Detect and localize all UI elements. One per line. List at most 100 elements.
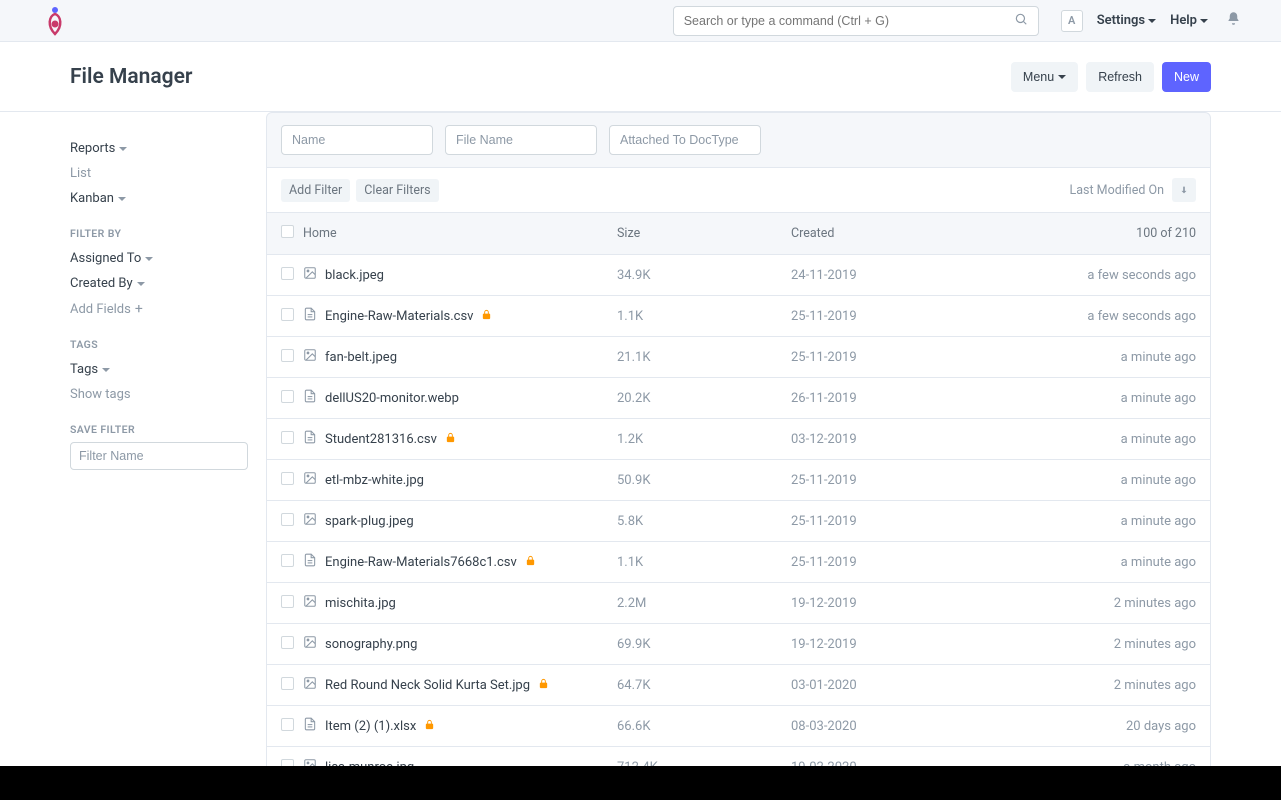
- lock-icon: [538, 678, 549, 693]
- content: Add Filter Clear Filters Last Modified O…: [266, 112, 1281, 766]
- save-filter-label: SAVE FILTER: [70, 407, 256, 442]
- filter-name-field[interactable]: [281, 125, 433, 155]
- table-row[interactable]: fan-belt.jpeg21.1K25-11-2019a minute ago: [267, 337, 1210, 378]
- file-icon: [303, 553, 317, 571]
- file-created: 24-11-2019: [791, 268, 1016, 283]
- file-name: Engine-Raw-Materials.csv: [325, 309, 473, 324]
- col-header-home[interactable]: Home: [303, 226, 617, 241]
- sidebar-item-kanban[interactable]: Kanban: [70, 186, 256, 211]
- table-row[interactable]: Engine-Raw-Materials7668c1.csv1.1K25-11-…: [267, 542, 1210, 583]
- file-modified-ago: a minute ago: [1016, 473, 1196, 488]
- search-input[interactable]: [684, 14, 1014, 28]
- settings-menu[interactable]: Settings: [1097, 13, 1156, 28]
- row-checkbox[interactable]: [281, 759, 294, 767]
- help-label: Help: [1170, 13, 1197, 28]
- new-button[interactable]: New: [1162, 62, 1211, 92]
- filter-name-input[interactable]: [70, 442, 248, 470]
- file-icon: [303, 430, 317, 448]
- select-all-checkbox[interactable]: [281, 225, 294, 238]
- sidebar-item-reports[interactable]: Reports: [70, 136, 256, 161]
- file-modified-ago: 2 minutes ago: [1016, 637, 1196, 652]
- image-icon: [303, 635, 317, 653]
- col-header-created[interactable]: Created: [791, 226, 1016, 241]
- row-checkbox[interactable]: [281, 554, 294, 567]
- file-name: Engine-Raw-Materials7668c1.csv: [325, 555, 517, 570]
- app-logo[interactable]: [44, 6, 66, 36]
- col-header-size[interactable]: Size: [617, 226, 791, 241]
- file-name: sonography.png: [325, 637, 417, 652]
- file-size: 34.9K: [617, 268, 791, 283]
- file-icon: [303, 717, 317, 735]
- sidebar-item-tags[interactable]: Tags: [70, 357, 256, 382]
- sidebar-item-created-by[interactable]: Created By: [70, 271, 256, 296]
- file-modified-ago: a minute ago: [1016, 350, 1196, 365]
- chevron-down-icon: [145, 257, 153, 261]
- sort-by-label[interactable]: Last Modified On: [1069, 183, 1164, 198]
- help-menu[interactable]: Help: [1170, 13, 1208, 28]
- filter-filename-field[interactable]: [445, 125, 597, 155]
- menu-button[interactable]: Menu: [1011, 62, 1078, 92]
- topbar: A Settings Help: [0, 0, 1281, 42]
- sidebar-item-label: Reports: [70, 141, 115, 156]
- table-row[interactable]: black.jpeg34.9K24-11-2019a few seconds a…: [267, 255, 1210, 296]
- table-count: 100 of 210: [1016, 226, 1196, 241]
- file-created: 08-03-2020: [791, 719, 1016, 734]
- file-icon: [303, 389, 317, 407]
- file-size: 1.2K: [617, 432, 791, 447]
- lock-icon: [445, 432, 456, 447]
- table-row[interactable]: Red Round Neck Solid Kurta Set.jpg64.7K0…: [267, 665, 1210, 706]
- row-checkbox[interactable]: [281, 513, 294, 526]
- file-modified-ago: a minute ago: [1016, 391, 1196, 406]
- image-icon: [303, 512, 317, 530]
- clear-filters-button[interactable]: Clear Filters: [356, 179, 438, 202]
- row-checkbox[interactable]: [281, 677, 294, 690]
- sidebar: Reports List Kanban FILTER BY Assigned T…: [70, 112, 266, 766]
- file-modified-ago: 20 days ago: [1016, 719, 1196, 734]
- table-row[interactable]: Engine-Raw-Materials.csv1.1K25-11-2019a …: [267, 296, 1210, 337]
- image-icon: [303, 594, 317, 612]
- table-row[interactable]: sonography.png69.9K19-12-20192 minutes a…: [267, 624, 1210, 665]
- file-modified-ago: a minute ago: [1016, 514, 1196, 529]
- search-icon: [1014, 12, 1028, 30]
- file-created: 25-11-2019: [791, 555, 1016, 570]
- row-checkbox[interactable]: [281, 595, 294, 608]
- row-checkbox[interactable]: [281, 718, 294, 731]
- sidebar-item-list[interactable]: List: [70, 161, 256, 186]
- file-name: lisa-munroe.jpg: [325, 760, 414, 767]
- filter-doctype-field[interactable]: [609, 125, 761, 155]
- sidebar-item-show-tags[interactable]: Show tags: [70, 382, 256, 407]
- user-avatar[interactable]: A: [1061, 10, 1083, 32]
- row-checkbox[interactable]: [281, 390, 294, 403]
- table-row[interactable]: mischita.jpg2.2M19-12-20192 minutes ago: [267, 583, 1210, 624]
- file-name: etl-mbz-white.jpg: [325, 473, 424, 488]
- sort-direction-button[interactable]: [1172, 178, 1196, 202]
- file-name: spark-plug.jpeg: [325, 514, 414, 529]
- sidebar-item-add-fields[interactable]: Add Fields +: [70, 296, 256, 322]
- row-checkbox[interactable]: [281, 636, 294, 649]
- file-modified-ago: a minute ago: [1016, 555, 1196, 570]
- table-row[interactable]: Item (2) (1).xlsx66.6K08-03-202020 days …: [267, 706, 1210, 747]
- sidebar-item-assigned-to[interactable]: Assigned To: [70, 246, 256, 271]
- file-created: 26-11-2019: [791, 391, 1016, 406]
- file-modified-ago: a minute ago: [1016, 432, 1196, 447]
- row-checkbox[interactable]: [281, 267, 294, 280]
- settings-label: Settings: [1097, 13, 1145, 28]
- notifications-icon[interactable]: [1226, 11, 1241, 30]
- table-row[interactable]: etl-mbz-white.jpg50.9K25-11-2019a minute…: [267, 460, 1210, 501]
- file-name: black.jpeg: [325, 268, 384, 283]
- sidebar-item-label: Created By: [70, 276, 133, 291]
- table-row[interactable]: spark-plug.jpeg5.8K25-11-2019a minute ag…: [267, 501, 1210, 542]
- row-checkbox[interactable]: [281, 472, 294, 485]
- table-row[interactable]: dellUS20-monitor.webp20.2K26-11-2019a mi…: [267, 378, 1210, 419]
- filter-by-label: FILTER BY: [70, 211, 256, 246]
- chevron-down-icon: [1200, 19, 1208, 23]
- row-checkbox[interactable]: [281, 308, 294, 321]
- table-row[interactable]: Student281316.csv1.2K03-12-2019a minute …: [267, 419, 1210, 460]
- row-checkbox[interactable]: [281, 349, 294, 362]
- file-created: 25-11-2019: [791, 514, 1016, 529]
- table-row[interactable]: lisa-munroe.jpg712.4K19-02-2020a month a…: [267, 747, 1210, 766]
- row-checkbox[interactable]: [281, 431, 294, 444]
- refresh-button[interactable]: Refresh: [1086, 62, 1154, 92]
- add-filter-button[interactable]: Add Filter: [281, 179, 350, 202]
- global-search[interactable]: [673, 6, 1039, 36]
